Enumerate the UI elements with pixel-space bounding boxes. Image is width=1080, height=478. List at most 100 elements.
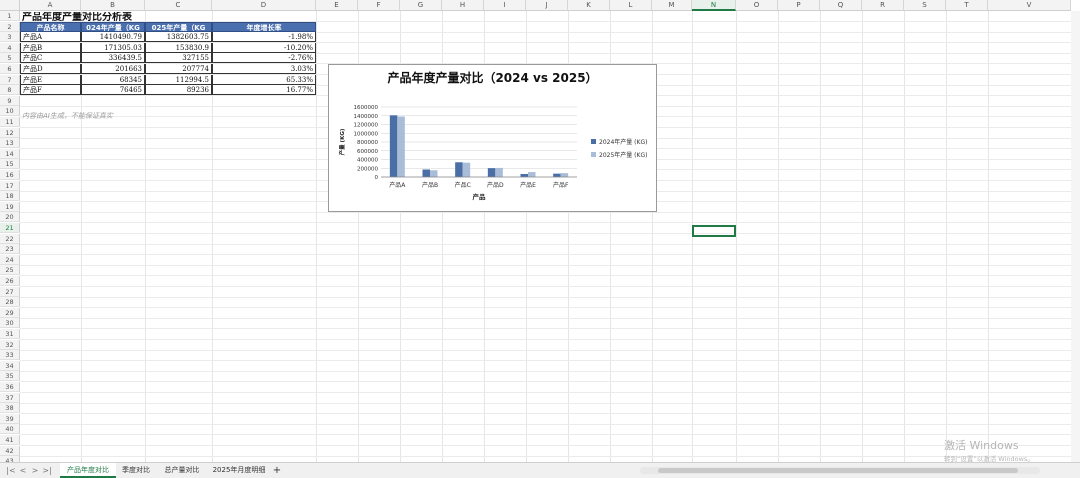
table-cell[interactable]: 产品A xyxy=(20,32,81,43)
table-cell[interactable]: -1.98% xyxy=(212,32,316,43)
row-header-28[interactable]: 28 xyxy=(0,297,20,308)
table-cell[interactable]: 产品F xyxy=(20,85,81,96)
tab-product-annual[interactable]: 产品年度对比 xyxy=(60,463,116,478)
row-header-34[interactable]: 34 xyxy=(0,360,20,371)
row-header-4[interactable]: 4 xyxy=(0,42,20,53)
table-cell[interactable]: 3.03% xyxy=(212,64,316,74)
table-cell[interactable]: 89236 xyxy=(145,85,212,96)
column-header-H[interactable]: H xyxy=(442,0,484,11)
column-header-M[interactable]: M xyxy=(652,0,692,11)
row-header-20[interactable]: 20 xyxy=(0,212,20,223)
table-header-cell[interactable]: 025年产量（KG xyxy=(145,21,212,32)
column-header-R[interactable]: R xyxy=(862,0,904,11)
horizontal-scroll-thumb[interactable] xyxy=(658,468,1018,473)
row-header-7[interactable]: 7 xyxy=(0,74,20,85)
row-header-33[interactable]: 33 xyxy=(0,350,20,361)
table-cell[interactable]: 327155 xyxy=(145,53,212,64)
row-header-19[interactable]: 19 xyxy=(0,201,20,212)
table-cell[interactable]: 153830.9 xyxy=(145,42,212,53)
column-header-V[interactable]: V xyxy=(988,0,1071,11)
column-header-L[interactable]: L xyxy=(610,0,652,11)
column-header-D[interactable]: D xyxy=(212,0,316,11)
row-header-15[interactable]: 15 xyxy=(0,159,20,170)
row-header-22[interactable]: 22 xyxy=(0,233,20,244)
next-sheet-button[interactable]: > xyxy=(30,465,40,476)
table-cell[interactable]: 产品C xyxy=(20,53,81,64)
table-cell[interactable]: 336439.5 xyxy=(81,53,145,64)
row-header-3[interactable]: 3 xyxy=(0,32,20,43)
column-header-F[interactable]: F xyxy=(358,0,400,11)
spreadsheet-grid[interactable]: ABCDEFGHIJKLMNOPQRSTV 1 2 3 4 5 6 7 8 9 10 11 12 13 1… xyxy=(0,0,1080,462)
table-cell[interactable]: 16.77% xyxy=(212,85,316,96)
column-header-N[interactable]: N xyxy=(692,0,736,11)
row-header-18[interactable]: 18 xyxy=(0,191,20,202)
row-header-2[interactable]: 2 xyxy=(0,21,20,32)
column-header-A[interactable]: A xyxy=(20,0,81,11)
row-header-31[interactable]: 31 xyxy=(0,329,20,339)
row-header-1[interactable]: 1 xyxy=(0,11,20,21)
row-header-41[interactable]: 41 xyxy=(0,435,20,445)
column-header-I[interactable]: I xyxy=(484,0,526,11)
table-cell[interactable]: 207774 xyxy=(145,64,212,74)
row-header-6[interactable]: 6 xyxy=(0,64,20,74)
table-header-cell[interactable]: 年度增长率 xyxy=(212,21,316,32)
row-header-24[interactable]: 24 xyxy=(0,254,20,265)
row-header-8[interactable]: 8 xyxy=(0,85,20,96)
table-cell[interactable]: 68345 xyxy=(81,74,145,85)
table-cell[interactable]: 76465 xyxy=(81,85,145,96)
table-cell[interactable]: 产品B xyxy=(20,42,81,53)
table-cell[interactable]: -10.20% xyxy=(212,42,316,53)
horizontal-scrollbar[interactable] xyxy=(640,467,1040,474)
row-header-17[interactable]: 17 xyxy=(0,180,20,191)
active-cell-N21[interactable] xyxy=(692,225,736,237)
add-sheet-button[interactable]: + xyxy=(270,463,284,478)
tab-total-output[interactable]: 总产量对比 xyxy=(158,463,206,478)
tab-quarterly[interactable]: 季度对比 xyxy=(116,463,156,478)
table-cell[interactable]: 1410490.79 xyxy=(81,32,145,43)
column-header-S[interactable]: S xyxy=(904,0,946,11)
column-header-C[interactable]: C xyxy=(145,0,212,11)
column-header-J[interactable]: J xyxy=(526,0,568,11)
row-header-12[interactable]: 12 xyxy=(0,127,20,138)
table-cell[interactable]: -2.76% xyxy=(212,53,316,64)
row-header-5[interactable]: 5 xyxy=(0,53,20,64)
row-header-16[interactable]: 16 xyxy=(0,170,20,180)
row-header-37[interactable]: 37 xyxy=(0,392,20,403)
row-header-21[interactable]: 21 xyxy=(0,223,20,233)
row-header-40[interactable]: 40 xyxy=(0,424,20,435)
vertical-scrollbar[interactable] xyxy=(1071,11,1080,462)
row-header-42[interactable]: 42 xyxy=(0,445,20,456)
row-header-10[interactable]: 10 xyxy=(0,106,20,117)
column-header-G[interactable]: G xyxy=(400,0,442,11)
table-header-cell[interactable]: 024年产量（KG xyxy=(81,21,145,32)
column-header-E[interactable]: E xyxy=(316,0,358,11)
row-header-30[interactable]: 30 xyxy=(0,318,20,329)
row-header-29[interactable]: 29 xyxy=(0,307,20,318)
row-header-27[interactable]: 27 xyxy=(0,286,20,297)
table-cell[interactable]: 65.33% xyxy=(212,74,316,85)
first-sheet-button[interactable]: |< xyxy=(6,465,16,476)
column-header-K[interactable]: K xyxy=(568,0,610,11)
row-header-32[interactable]: 32 xyxy=(0,339,20,350)
column-header-Q[interactable]: Q xyxy=(820,0,862,11)
row-header-36[interactable]: 36 xyxy=(0,382,20,392)
row-header-35[interactable]: 35 xyxy=(0,371,20,382)
column-header-T[interactable]: T xyxy=(946,0,988,11)
row-header-13[interactable]: 13 xyxy=(0,138,20,149)
column-header-O[interactable]: O xyxy=(736,0,778,11)
row-header-39[interactable]: 39 xyxy=(0,413,20,424)
row-header-26[interactable]: 26 xyxy=(0,276,20,286)
row-header-25[interactable]: 25 xyxy=(0,265,20,276)
last-sheet-button[interactable]: >| xyxy=(42,465,52,476)
row-header-14[interactable]: 14 xyxy=(0,148,20,159)
column-header-P[interactable]: P xyxy=(778,0,820,11)
table-cell[interactable]: 1382603.75 xyxy=(145,32,212,43)
ai-note[interactable]: 内容由AI生成，不能保证真实 xyxy=(22,111,182,121)
select-all-corner[interactable] xyxy=(0,0,20,11)
table-cell[interactable]: 171305.03 xyxy=(81,42,145,53)
table-cell[interactable]: 201663 xyxy=(81,64,145,74)
row-header-23[interactable]: 23 xyxy=(0,244,20,255)
table-header-cell[interactable]: 产品名称 xyxy=(20,21,81,32)
table-cell[interactable]: 产品E xyxy=(20,74,81,85)
row-header-9[interactable]: 9 xyxy=(0,95,20,106)
